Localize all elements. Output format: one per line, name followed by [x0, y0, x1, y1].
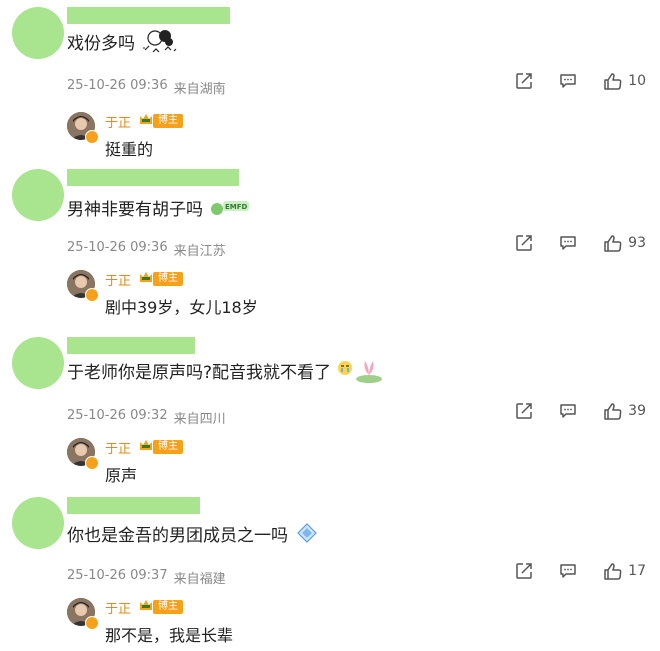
location: 来自湖南: [173, 82, 226, 97]
avatar[interactable]: [12, 497, 64, 549]
comment-actions: 10: [489, 72, 646, 90]
comment-content: 戏份多吗: [67, 28, 181, 54]
username-redacted[interactable]: [67, 497, 200, 514]
reply-username[interactable]: 于正: [105, 270, 131, 289]
comment-item: 男神非要有胡子吗 EMFD 25-10-26 09:36 来自江苏 93 于正: [0, 162, 660, 324]
crown-icon: [140, 600, 152, 610]
username-redacted[interactable]: [67, 169, 239, 186]
comment-content: 男神非要有胡子吗 EMFD: [67, 194, 251, 220]
location: 来自江苏: [173, 244, 226, 259]
cartoon-doodle-sticker-icon: [141, 26, 181, 56]
comment-item: 你也是金吾的男团成员之一吗 25-10-26 09:37 来自福建 17 于正: [0, 490, 660, 651]
verified-badge-icon: [85, 288, 99, 302]
comment-content: 于老师你是原声吗?配音我就不看了: [67, 357, 383, 383]
comment-meta: 25-10-26 09:37 来自福建: [67, 568, 226, 587]
share-icon: [516, 235, 532, 251]
like-button[interactable]: 10: [603, 72, 646, 90]
crown-icon: [140, 272, 152, 282]
avatar[interactable]: [12, 337, 64, 389]
crying-lotus-sticker-icon: [337, 355, 383, 385]
comment-meta: 25-10-26 09:32 来自四川: [67, 408, 226, 427]
share-icon: [516, 73, 532, 89]
avatar[interactable]: [12, 7, 64, 59]
emoji-sticker-icon: EMFD: [209, 195, 251, 219]
comment-button[interactable]: [559, 403, 577, 419]
timestamp: 25-10-26 09:32: [67, 408, 168, 423]
comment-text: 于老师你是原声吗?配音我就不看了: [67, 362, 332, 383]
comment-text: 戏份多吗: [67, 33, 135, 54]
share-icon: [516, 563, 532, 579]
comment-button[interactable]: [559, 73, 577, 89]
comment-content: 你也是金吾的男团成员之一吗: [67, 520, 320, 546]
like-count: 17: [628, 563, 646, 579]
comment-icon: [560, 236, 576, 250]
comment-icon: [560, 564, 576, 578]
blogger-tag: 博主: [153, 114, 183, 128]
verified-badge-icon: [85, 130, 99, 144]
comment-meta: 25-10-26 09:36 来自江苏: [67, 240, 226, 259]
reply-text: 挺重的: [105, 140, 154, 159]
blogger-reply: 于正 博主 原声: [67, 438, 507, 488]
comment-text: 你也是金吾的男团成员之一吗: [67, 525, 288, 546]
crown-icon: [140, 440, 152, 450]
blogger-tag: 博主: [153, 600, 183, 614]
comment-item: 戏份多吗 25-10-26 09:36 来自湖南 10 于正 博主 挺重的: [0, 0, 660, 162]
like-icon: [604, 403, 622, 420]
like-icon: [604, 235, 622, 252]
username-redacted[interactable]: [67, 7, 230, 24]
verified-badge-icon: [85, 456, 99, 470]
reply-username[interactable]: 于正: [105, 438, 131, 457]
reply-text: 那不是，我是长辈: [105, 626, 234, 645]
verified-badge-icon: [85, 616, 99, 630]
reply-username[interactable]: 于正: [105, 598, 131, 617]
comment-icon: [560, 404, 576, 418]
svg-text:EMFD: EMFD: [225, 203, 248, 211]
like-count: 39: [628, 403, 646, 419]
reply-username[interactable]: 于正: [105, 112, 131, 131]
comment-button[interactable]: [559, 563, 577, 579]
share-button[interactable]: [515, 234, 533, 252]
timestamp: 25-10-26 09:37: [67, 568, 168, 583]
comment-actions: 93: [489, 234, 646, 252]
like-icon: [604, 73, 622, 90]
like-button[interactable]: 93: [603, 234, 646, 252]
comment-icon: [560, 74, 576, 88]
like-button[interactable]: 17: [603, 562, 646, 580]
comment-meta: 25-10-26 09:36 来自湖南: [67, 78, 226, 97]
blogger-tag: 博主: [153, 440, 183, 454]
like-count: 93: [628, 235, 646, 251]
location: 来自四川: [173, 412, 226, 427]
blogger-reply: 于正 博主 剧中39岁，女儿18岁: [67, 270, 507, 320]
share-button[interactable]: [515, 402, 533, 420]
like-count: 10: [628, 73, 646, 89]
like-icon: [604, 563, 622, 580]
comment-item: 于老师你是原声吗?配音我就不看了 25-10-26 09:32 来自四川 39: [0, 330, 660, 492]
username-redacted[interactable]: [67, 337, 195, 354]
diamond-sticker-icon: [294, 521, 320, 545]
crown-icon: [140, 114, 152, 124]
comment-actions: 17: [489, 562, 646, 580]
share-button[interactable]: [515, 562, 533, 580]
share-icon: [516, 403, 532, 419]
blogger-reply: 于正 博主 那不是，我是长辈: [67, 598, 507, 648]
comment-text: 男神非要有胡子吗: [67, 199, 203, 220]
comment-button[interactable]: [559, 235, 577, 251]
timestamp: 25-10-26 09:36: [67, 240, 168, 255]
avatar[interactable]: [12, 169, 64, 221]
like-button[interactable]: 39: [603, 402, 646, 420]
timestamp: 25-10-26 09:36: [67, 78, 168, 93]
reply-text: 原声: [105, 466, 138, 485]
comment-actions: 39: [489, 402, 646, 420]
reply-text: 剧中39岁，女儿18岁: [105, 298, 258, 317]
blogger-reply: 于正 博主 挺重的: [67, 112, 507, 162]
share-button[interactable]: [515, 72, 533, 90]
location: 来自福建: [173, 572, 226, 587]
blogger-tag: 博主: [153, 272, 183, 286]
